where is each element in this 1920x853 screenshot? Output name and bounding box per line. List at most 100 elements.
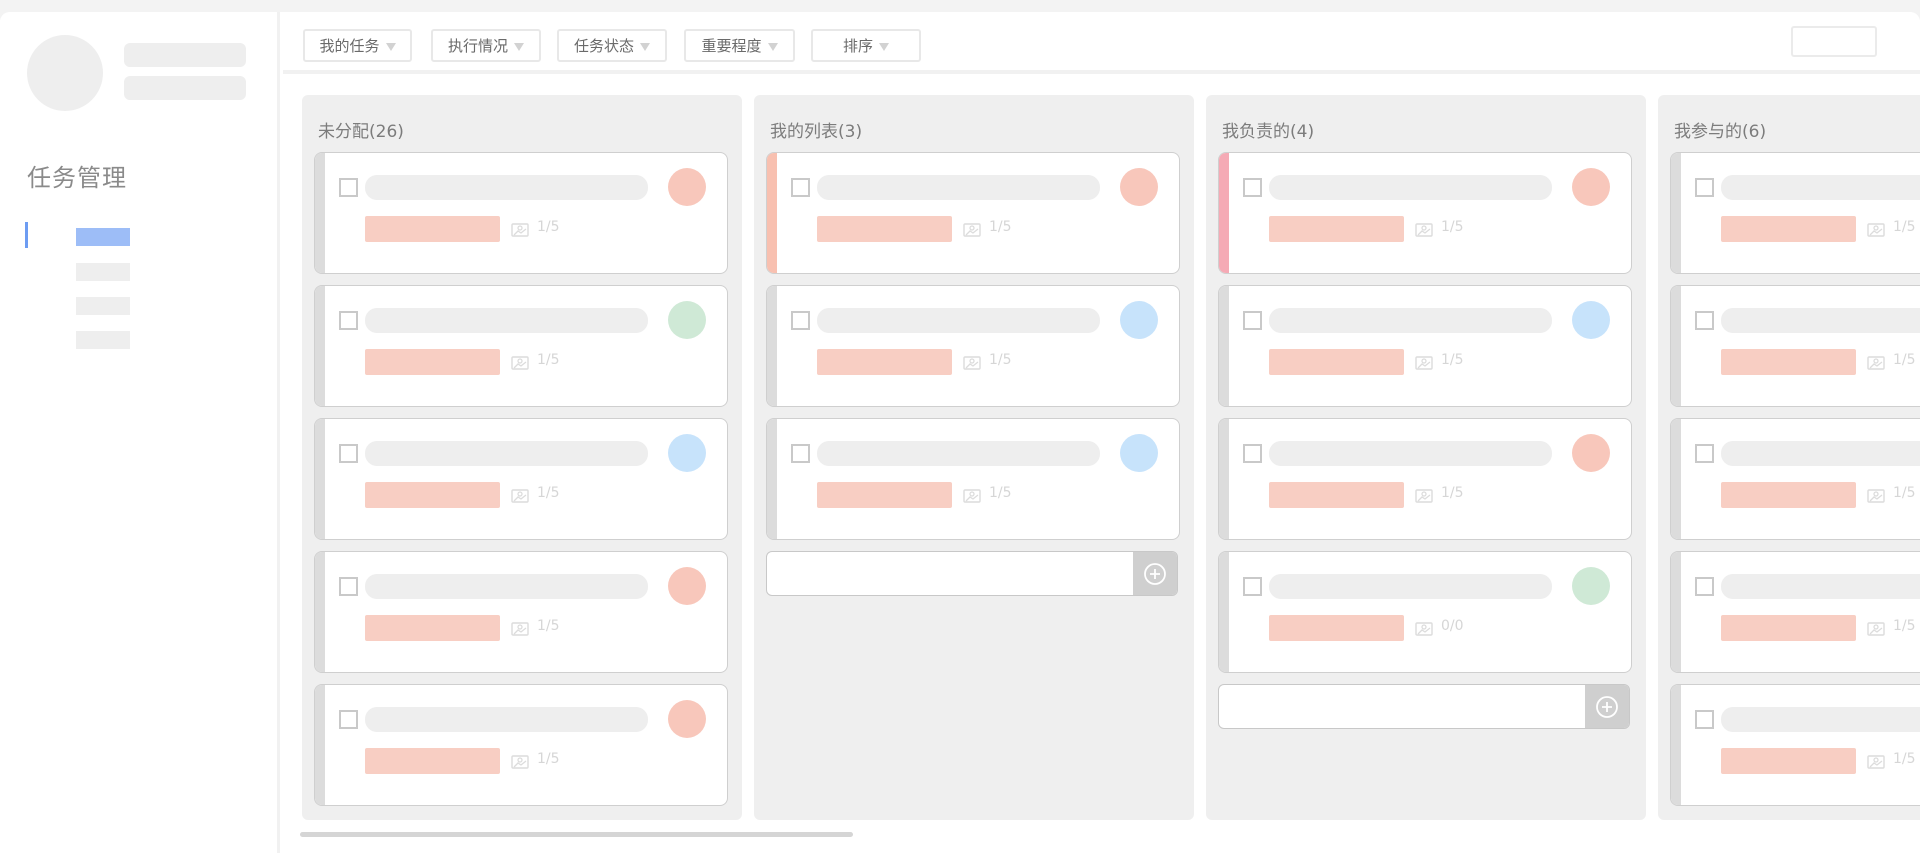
filter-label: 任务状态 [573, 37, 634, 55]
assignee-avatar[interactable] [1120, 434, 1158, 472]
assignee-avatar[interactable] [1572, 168, 1610, 206]
assignee-avatar[interactable] [1120, 168, 1158, 206]
sidebar-item-4[interactable] [76, 331, 130, 349]
task-tag-placeholder [817, 349, 952, 375]
task-checkbox[interactable] [339, 710, 358, 729]
assignee-avatar[interactable] [1572, 434, 1610, 472]
image-icon [511, 755, 529, 769]
assignee-avatar[interactable] [1120, 301, 1158, 339]
toolbar-action-button[interactable] [1791, 26, 1877, 57]
new-task-input[interactable] [1218, 684, 1630, 729]
filter-toolbar: 我的任务 执行情况 任务状态 重要程度 排序 [283, 12, 1920, 74]
image-icon [1415, 356, 1433, 370]
task-tag-placeholder [365, 615, 500, 641]
task-card[interactable]: 1/5 [1670, 418, 1920, 540]
caret-down-icon [767, 42, 778, 51]
task-card[interactable]: 1/5 [314, 418, 728, 540]
subtask-count: 1/5 [989, 485, 1012, 501]
task-card[interactable]: 1/5 [1670, 684, 1920, 806]
task-checkbox[interactable] [1695, 311, 1714, 330]
task-card[interactable]: 1/5 [766, 285, 1180, 407]
task-title-placeholder [817, 175, 1100, 200]
task-column: 我的列表(3) 1/5 1/5 1/5 [754, 95, 1194, 820]
task-card[interactable]: 1/5 [1218, 418, 1632, 540]
filter-label: 排序 [842, 37, 873, 55]
filter-execution[interactable]: 执行情况 [431, 29, 541, 62]
card-status-bar [1671, 153, 1681, 273]
assignee-avatar[interactable] [668, 168, 706, 206]
image-icon [1867, 356, 1885, 370]
image-icon [511, 489, 529, 503]
task-card[interactable]: 1/5 [1218, 285, 1632, 407]
image-icon [1867, 223, 1885, 237]
assignee-avatar[interactable] [668, 567, 706, 605]
assignee-avatar[interactable] [668, 700, 706, 738]
task-checkbox[interactable] [791, 178, 810, 197]
kanban-board: 未分配(26) 1/5 1/5 1/5 1/5 1/5 我的列表(3) 1/5 1/5 1/5 我负… [283, 78, 1920, 853]
task-checkbox[interactable] [791, 311, 810, 330]
new-task-input[interactable] [766, 551, 1178, 596]
task-checkbox[interactable] [339, 444, 358, 463]
task-card[interactable]: 1/5 [766, 418, 1180, 540]
subtask-count: 1/5 [1893, 751, 1916, 767]
task-card[interactable]: 1/5 [314, 152, 728, 274]
task-tag-placeholder [1721, 748, 1856, 774]
task-checkbox[interactable] [791, 444, 810, 463]
task-checkbox[interactable] [339, 311, 358, 330]
add-task-button[interactable] [1585, 685, 1629, 728]
filter-my-tasks[interactable]: 我的任务 [303, 29, 412, 62]
task-checkbox[interactable] [339, 178, 358, 197]
subtask-count: 1/5 [1441, 219, 1464, 235]
card-status-bar [1219, 552, 1229, 672]
task-checkbox[interactable] [1243, 311, 1262, 330]
task-card[interactable]: 1/5 [1670, 152, 1920, 274]
add-task-button[interactable] [1133, 552, 1177, 595]
image-icon [963, 489, 981, 503]
task-card[interactable]: 1/5 [1670, 285, 1920, 407]
task-card[interactable]: 0/0 [1218, 551, 1632, 673]
filter-priority[interactable]: 重要程度 [684, 29, 795, 62]
subtask-count: 1/5 [989, 352, 1012, 368]
task-tag-placeholder [817, 482, 952, 508]
sidebar: 任务管理 [0, 12, 280, 853]
filter-sort[interactable]: 排序 [811, 29, 921, 62]
task-checkbox[interactable] [1243, 444, 1262, 463]
task-column: 我负责的(4) 1/5 1/5 1/5 0/0 [1206, 95, 1646, 820]
subtask-count: 1/5 [1893, 485, 1916, 501]
sidebar-item-3[interactable] [76, 297, 130, 315]
task-checkbox[interactable] [1243, 577, 1262, 596]
task-card[interactable]: 1/5 [766, 152, 1180, 274]
task-checkbox[interactable] [1695, 444, 1714, 463]
task-card[interactable]: 1/5 [314, 551, 728, 673]
task-checkbox[interactable] [1695, 577, 1714, 596]
task-tag-placeholder [1269, 349, 1404, 375]
app-shell: 任务管理 我的任务 执行情况 任务状态 重要程度 排序 未分配(26) 1/5 … [0, 12, 1920, 853]
task-title-placeholder [1721, 308, 1920, 333]
card-status-bar [315, 153, 325, 273]
subtask-count: 1/5 [537, 618, 560, 634]
user-name-placeholder [124, 43, 246, 67]
assignee-avatar[interactable] [668, 434, 706, 472]
task-card[interactable]: 1/5 [1670, 551, 1920, 673]
filter-status[interactable]: 任务状态 [557, 29, 667, 62]
caret-down-icon [640, 42, 650, 51]
task-title-placeholder [365, 308, 648, 333]
task-checkbox[interactable] [1695, 710, 1714, 729]
task-card[interactable]: 1/5 [314, 684, 728, 806]
image-icon [511, 356, 529, 370]
task-title-placeholder [1269, 175, 1552, 200]
assignee-avatar[interactable] [1572, 301, 1610, 339]
task-checkbox[interactable] [1243, 178, 1262, 197]
task-checkbox[interactable] [339, 577, 358, 596]
task-card[interactable]: 1/5 [314, 285, 728, 407]
task-column: 我参与的(6) 1/5 1/5 1/5 1/5 1/5 [1658, 95, 1920, 820]
task-card[interactable]: 1/5 [1218, 152, 1632, 274]
sidebar-item-2[interactable] [76, 263, 130, 281]
task-checkbox[interactable] [1695, 178, 1714, 197]
assignee-avatar[interactable] [668, 301, 706, 339]
assignee-avatar[interactable] [1572, 567, 1610, 605]
sidebar-item-1[interactable] [76, 228, 130, 246]
horizontal-scrollbar[interactable] [300, 832, 853, 837]
user-avatar[interactable] [27, 35, 103, 111]
task-title-placeholder [365, 175, 648, 200]
